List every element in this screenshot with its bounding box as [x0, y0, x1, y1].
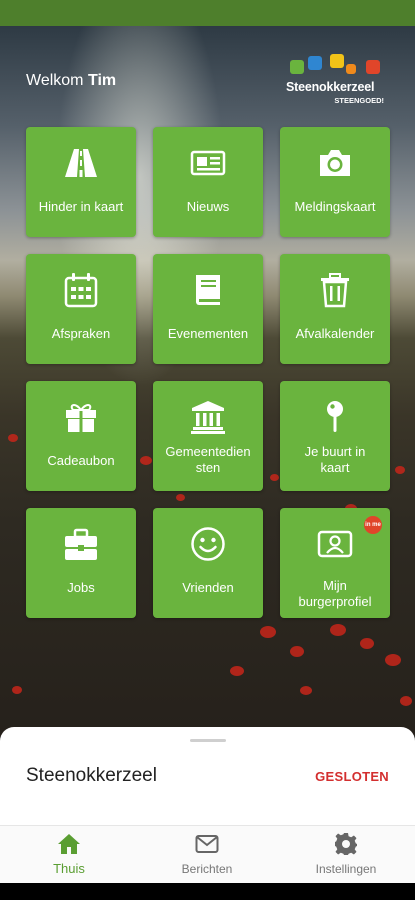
user-name: Tim — [87, 72, 117, 89]
nav-berichten[interactable]: Berichten — [138, 826, 276, 884]
tile-cadeaubon[interactable]: Cadeaubon — [26, 381, 136, 491]
camera-icon — [320, 150, 350, 176]
tile-gemeentediensten[interactable]: Gemeentedien sten — [153, 381, 263, 491]
tile-afspraken[interactable]: Afspraken — [26, 254, 136, 364]
trash-icon — [321, 273, 349, 308]
map-pin-icon — [327, 401, 343, 432]
id-profile-icon — [317, 530, 353, 558]
smiley-icon — [191, 527, 225, 561]
tile-label: Gemeentedien sten — [165, 444, 251, 475]
system-navigation-bar — [0, 883, 415, 900]
tile-mijn-burgerprofiel[interactable]: in me Mijn burgerprofiel — [280, 508, 390, 618]
municipality-sheet[interactable]: Steenokkerzeel GESLOTEN — [0, 727, 415, 827]
nav-label: Berichten — [181, 862, 233, 876]
tile-je-buurt-in-kaart[interactable]: Je buurt in kaart — [280, 381, 390, 491]
tile-label: Vrienden — [182, 580, 234, 595]
opening-status: GESLOTEN — [315, 769, 389, 784]
tile-afvalkalender[interactable]: Afvalkalender — [280, 254, 390, 364]
sheet-title: Steenokkerzeel — [26, 765, 157, 786]
municipality-logo: Steenokkerzeel STEENGOED! — [286, 54, 386, 106]
tile-jobs[interactable]: Jobs — [26, 508, 136, 618]
tile-evenementen[interactable]: Evenementen — [153, 254, 263, 364]
town-hall-icon — [191, 401, 225, 434]
tile-nieuws[interactable]: Nieuws — [153, 127, 263, 237]
profile-badge: in me — [364, 516, 382, 534]
nav-label: Instellingen — [315, 862, 377, 876]
bottom-navigation: Thuis Berichten Instellingen — [0, 825, 415, 883]
tile-label: Cadeaubon — [47, 453, 115, 468]
tile-label: Mijn burgerprofiel — [298, 578, 372, 609]
nav-thuis[interactable]: Thuis — [0, 826, 138, 884]
tile-vrienden[interactable]: Vrienden — [153, 508, 263, 618]
tile-label: Jobs — [67, 580, 95, 595]
home-icon — [58, 834, 80, 854]
calendar-icon — [64, 273, 98, 308]
gift-icon — [66, 404, 96, 432]
briefcase-icon — [65, 528, 97, 560]
tile-label: Afspraken — [51, 326, 111, 341]
logo-title: Steenokkerzeel — [286, 80, 375, 94]
newspaper-icon — [190, 150, 226, 176]
status-bar — [0, 0, 415, 26]
nav-label: Thuis — [53, 861, 85, 876]
tile-label: Evenementen — [167, 326, 249, 341]
tile-meldingskaart[interactable]: Meldingskaart — [280, 127, 390, 237]
road-icon — [65, 149, 97, 177]
welcome-message: Welkom Tim — [26, 72, 116, 90]
tile-label: Je buurt in kaart — [304, 444, 366, 475]
sheet-drag-handle[interactable] — [190, 739, 226, 742]
mail-icon — [195, 835, 219, 853]
tile-label: Meldingskaart — [294, 199, 376, 214]
logo-subtitle: STEENGOED! — [334, 96, 384, 105]
book-icon — [196, 275, 220, 305]
gear-icon — [335, 833, 357, 855]
tile-hinder-in-kaart[interactable]: Hinder in kaart — [26, 127, 136, 237]
tile-label: Nieuws — [186, 199, 230, 214]
greeting-text: Welkom — [26, 72, 84, 89]
nav-instellingen[interactable]: Instellingen — [277, 826, 415, 884]
tile-label: Hinder in kaart — [38, 199, 124, 214]
tile-label: Afvalkalender — [295, 326, 375, 341]
